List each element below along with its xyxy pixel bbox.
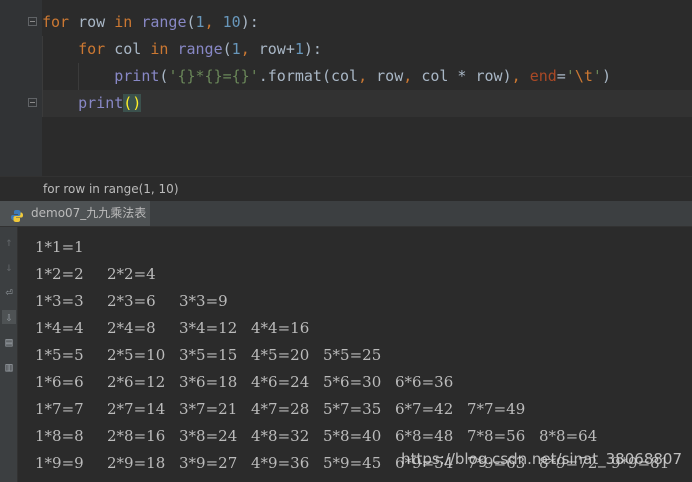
output-cell: 1*5=5: [35, 346, 84, 364]
code-token: .format(col: [258, 67, 359, 85]
code-token: ,: [240, 40, 259, 58]
output-cell: 3*6=18: [179, 373, 238, 391]
output-cell: 4*5=20: [251, 346, 310, 364]
output-cell: 4*9=36: [251, 454, 310, 472]
output-cell: 2*5=10: [107, 346, 166, 364]
code-token: range: [141, 13, 187, 31]
output-cell: 2*6=12: [107, 373, 166, 391]
trash-icon[interactable]: ▥: [2, 360, 16, 374]
code-token: for: [42, 40, 115, 58]
output-cell: 2*8=16: [107, 427, 166, 445]
output-cell: 3*8=24: [179, 427, 238, 445]
soft-wrap-icon[interactable]: ⏎: [2, 285, 16, 299]
code-token: for: [42, 13, 79, 31]
output-cell: 1*9=9: [35, 454, 84, 472]
output-cell: 2*3=6: [107, 292, 156, 310]
code-token: 1: [231, 40, 241, 58]
editor-gutter: [0, 0, 42, 176]
code-token: ,: [358, 67, 377, 85]
output-cell: 2*7=14: [107, 400, 166, 418]
output-cell: 6*8=48: [395, 427, 454, 445]
output-cell: 3*7=21: [179, 400, 238, 418]
console-toolbar: ↑ ↓ ⏎ ⇩ ▤ ▥: [0, 227, 18, 482]
fold-marker-icon[interactable]: [28, 98, 37, 107]
output-cell: 4*8=32: [251, 427, 310, 445]
run-tab[interactable]: demo07_九九乘法表: [0, 201, 150, 226]
output-cell: 6*6=36: [395, 373, 454, 391]
output-cell: 5*8=40: [323, 427, 382, 445]
watermark: https://blog.csdn.net/sinat_38068807: [401, 450, 682, 468]
output-cell: 4*7=28: [251, 400, 310, 418]
code-token: row: [376, 67, 404, 85]
output-cell: 1*7=7: [35, 400, 84, 418]
code-line[interactable]: for col in range(1, row+1):: [42, 36, 322, 63]
code-line[interactable]: print('{}*{}={}'.format(col, row, col * …: [42, 63, 611, 90]
output-cell: 5*5=25: [323, 346, 382, 364]
output-cell: 1*6=6: [35, 373, 84, 391]
up-arrow-icon[interactable]: ↑: [2, 235, 16, 249]
code-token: (: [186, 13, 196, 31]
code-token: ': [565, 67, 575, 85]
code-token: ': [592, 67, 602, 85]
output-cell: 1*2=2: [35, 265, 84, 283]
code-token: ,: [511, 67, 530, 85]
output-cell: 7*8=56: [467, 427, 526, 445]
console-output[interactable]: 1*1=1 1*2=2 2*2=4 1*3=3 2*3=6 3*3=9 1*4=4 2*…: [18, 227, 692, 482]
output-cell: 2*4=8: [107, 319, 156, 337]
output-cell: 4*6=24: [251, 373, 310, 391]
code-token: row: [78, 13, 115, 31]
down-arrow-icon[interactable]: ↓: [2, 260, 16, 274]
code-line[interactable]: for row in range(1, 10):: [42, 9, 259, 36]
code-token: in: [150, 40, 178, 58]
code-token: ,: [403, 67, 422, 85]
code-token: ):: [240, 13, 259, 31]
print-icon[interactable]: ▤: [2, 335, 16, 349]
code-line[interactable]: print(): [42, 90, 142, 117]
code-token: range: [177, 40, 223, 58]
code-token: row+: [258, 40, 295, 58]
code-token: ): [601, 67, 611, 85]
code-token: print: [42, 94, 124, 112]
code-token: col: [114, 40, 151, 58]
output-cell: 1*4=4: [35, 319, 84, 337]
output-cell: 3*4=12: [179, 319, 238, 337]
output-cell: 4*4=16: [251, 319, 310, 337]
output-cell: 5*6=30: [323, 373, 382, 391]
output-cell: 1*1=1: [35, 238, 84, 256]
output-cell: 2*9=18: [107, 454, 166, 472]
output-cell: 3*3=9: [179, 292, 228, 310]
code-token: ,: [204, 13, 223, 31]
code-token: =: [556, 67, 566, 85]
output-cell: 6*7=42: [395, 400, 454, 418]
code-token: 10: [222, 13, 241, 31]
run-tab-label: demo07_九九乘法表: [31, 206, 147, 220]
fold-marker-icon[interactable]: [28, 17, 37, 26]
code-token: in: [114, 13, 142, 31]
code-token: col * row): [421, 67, 512, 85]
code-token: print: [42, 67, 160, 85]
code-token: 1: [294, 40, 304, 58]
code-token: (): [123, 94, 142, 112]
code-token: '{}*{}={}': [168, 67, 259, 85]
output-cell: 3*5=15: [179, 346, 238, 364]
output-cell: 1*8=8: [35, 427, 84, 445]
code-token: end: [529, 67, 557, 85]
output-cell: 2*2=4: [107, 265, 156, 283]
breadcrumb[interactable]: for row in range(1, 10): [0, 176, 692, 201]
code-token: ):: [303, 40, 322, 58]
scroll-to-end-icon[interactable]: ⇩: [2, 310, 16, 324]
code-editor[interactable]: for row in range(1, 10): for col in rang…: [0, 0, 692, 176]
output-cell: 7*7=49: [467, 400, 526, 418]
output-cell: 5*9=45: [323, 454, 382, 472]
output-cell: 1*3=3: [35, 292, 84, 310]
code-token: \t: [574, 67, 593, 85]
output-cell: 3*9=27: [179, 454, 238, 472]
code-token: (: [222, 40, 232, 58]
run-tab-bar: demo07_九九乘法表: [0, 201, 692, 227]
code-token: 1: [195, 13, 205, 31]
output-cell: 5*7=35: [323, 400, 382, 418]
output-cell: 8*8=64: [539, 427, 598, 445]
python-icon: [10, 207, 24, 222]
